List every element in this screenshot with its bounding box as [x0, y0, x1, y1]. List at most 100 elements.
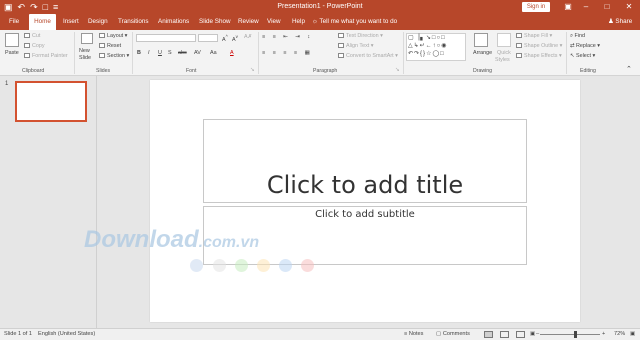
- shape-fill-button[interactable]: Shape Fill ▾: [516, 32, 552, 40]
- share-button[interactable]: ♟ Share: [608, 14, 632, 30]
- collapse-ribbon-icon[interactable]: ⌃: [626, 66, 632, 74]
- tab-help[interactable]: Help: [292, 14, 305, 30]
- quick-styles-icon[interactable]: [497, 33, 511, 47]
- paste-icon[interactable]: [5, 33, 19, 47]
- clipboard-group-label: Clipboard: [22, 68, 45, 74]
- new-slide-label-2[interactable]: Slide: [79, 54, 91, 62]
- reset-button[interactable]: Reset: [99, 42, 121, 50]
- font-family-combo[interactable]: [136, 34, 196, 42]
- align-text-button[interactable]: Align Text ▾: [338, 42, 374, 50]
- underline-button[interactable]: U: [158, 49, 162, 57]
- grow-font-icon[interactable]: A^: [222, 33, 228, 44]
- ribbon-separator: [403, 32, 404, 74]
- shape-outline-button[interactable]: Shape Outline ▾: [516, 42, 562, 50]
- shadow-button[interactable]: S: [168, 49, 172, 57]
- ribbon-separator: [132, 32, 133, 74]
- close-icon[interactable]: ✕: [622, 0, 636, 14]
- paintbrush-icon: [24, 53, 30, 59]
- paint-bucket-icon: [516, 33, 522, 39]
- font-color-button[interactable]: A: [230, 49, 234, 57]
- tab-review[interactable]: Review: [238, 14, 259, 30]
- watermark-dot: [301, 259, 314, 272]
- zoom-level[interactable]: 72%: [614, 329, 625, 340]
- tab-view[interactable]: View: [267, 14, 281, 30]
- watermark-dot: [235, 259, 248, 272]
- title-placeholder-text: Click to add title: [266, 171, 464, 199]
- fit-slide-icon[interactable]: ▣: [630, 329, 635, 340]
- tab-design[interactable]: Design: [88, 14, 108, 30]
- slide-thumbnail[interactable]: [15, 81, 87, 122]
- watermark-dot: [213, 259, 226, 272]
- tab-animations[interactable]: Animations: [158, 14, 189, 30]
- character-spacing-button[interactable]: AV: [194, 49, 201, 57]
- subtitle-placeholder-text: Click to add subtitle: [315, 209, 415, 220]
- bullets-numbering-icons[interactable]: ≡ ≡ ⇤ ⇥ ↕: [262, 33, 313, 41]
- zoom-in-icon[interactable]: +: [602, 329, 605, 340]
- convert-smartart-button[interactable]: Convert to SmartArt ▾: [338, 52, 398, 60]
- font-size-combo[interactable]: [198, 34, 218, 42]
- comments-icon: ▢: [436, 331, 443, 337]
- clear-formatting-icon[interactable]: A✗: [244, 33, 252, 41]
- arrange-icon[interactable]: [474, 33, 488, 47]
- replace-button[interactable]: ⇄ Replace ▾: [570, 42, 600, 50]
- align-text-icon: [338, 43, 344, 49]
- format-painter-button[interactable]: Format Painter: [24, 52, 68, 60]
- ribbon-separator: [74, 32, 75, 74]
- strikethrough-button[interactable]: abc: [178, 49, 187, 57]
- section-button[interactable]: Section ▾: [99, 52, 129, 60]
- slide-sorter-icon[interactable]: [500, 331, 509, 338]
- text-direction-icon: [338, 33, 344, 39]
- cut-button[interactable]: Cut: [24, 32, 40, 40]
- paragraph-group-label: Paragraph: [313, 68, 338, 74]
- title-placeholder[interactable]: Click to add title: [203, 119, 527, 203]
- editing-group-label: Editing: [580, 68, 596, 74]
- slide-count: Slide 1 of 1: [4, 331, 32, 337]
- italic-button[interactable]: I: [148, 49, 150, 57]
- layout-button[interactable]: Layout ▾: [99, 32, 127, 40]
- quick-styles-label-2[interactable]: Styles: [495, 56, 510, 64]
- zoom-out-icon[interactable]: –: [536, 329, 539, 340]
- arrange-label[interactable]: Arrange: [473, 49, 492, 57]
- comments-button[interactable]: ▢ Comments: [436, 329, 470, 340]
- reading-view-icon[interactable]: [516, 331, 525, 338]
- ribbon-separator: [566, 32, 567, 74]
- slide-canvas[interactable]: Click to add title Click to add subtitle: [150, 80, 580, 322]
- copy-button[interactable]: Copy: [24, 42, 45, 50]
- status-bar: Slide 1 of 1 English (United States) ≡ N…: [0, 328, 640, 340]
- tab-home[interactable]: Home: [29, 14, 56, 30]
- slideshow-view-icon[interactable]: ▣: [530, 329, 535, 340]
- text-direction-button[interactable]: Text Direction ▾: [338, 32, 383, 40]
- new-slide-icon[interactable]: [81, 33, 93, 44]
- font-dialog-launcher-icon[interactable]: ↘: [250, 66, 255, 74]
- normal-view-icon[interactable]: [484, 331, 493, 338]
- language-indicator[interactable]: English (United States): [38, 329, 95, 340]
- find-button[interactable]: ⌕ Find: [570, 32, 585, 40]
- shapes-gallery[interactable]: ▢▕▖↘□○□ △↳↵←↑○◉ ↶↷{}☆◯□: [406, 33, 466, 61]
- tab-insert[interactable]: Insert: [63, 14, 79, 30]
- bold-button[interactable]: B: [137, 49, 141, 57]
- maximize-icon[interactable]: □: [600, 0, 614, 14]
- watermark-logo: Download.com.vn: [84, 226, 260, 253]
- tab-file[interactable]: File: [9, 14, 19, 30]
- ribbon-display-options-icon[interactable]: ▣: [561, 0, 575, 14]
- scissors-icon: [24, 33, 30, 39]
- sign-in-button[interactable]: Sign in: [522, 2, 550, 12]
- zoom-slider[interactable]: [540, 334, 600, 335]
- layout-icon: [99, 33, 105, 39]
- notes-button[interactable]: ≡ Notes: [404, 329, 423, 340]
- zoom-slider-thumb[interactable]: [574, 331, 577, 338]
- tab-slide-show[interactable]: Slide Show: [199, 14, 231, 30]
- select-button[interactable]: ↖ Select ▾: [570, 52, 595, 60]
- tab-transitions[interactable]: Transitions: [118, 14, 149, 30]
- paragraph-dialog-launcher-icon[interactable]: ↘: [395, 66, 400, 74]
- shrink-font-icon[interactable]: Av: [232, 33, 238, 44]
- change-case-button[interactable]: Aa: [210, 49, 217, 57]
- paste-button-label[interactable]: Paste: [5, 49, 19, 57]
- shape-effects-button[interactable]: Shape Effects ▾: [516, 52, 562, 60]
- font-group-label: Font: [186, 68, 197, 74]
- alignment-icons[interactable]: ≡ ≡ ≡ ≡ ▦: [262, 49, 313, 57]
- tell-me-search[interactable]: ☼ Tell me what you want to do: [312, 14, 397, 30]
- minimize-icon[interactable]: –: [579, 0, 593, 14]
- smartart-icon: [338, 53, 344, 59]
- watermark-dot: [190, 259, 203, 272]
